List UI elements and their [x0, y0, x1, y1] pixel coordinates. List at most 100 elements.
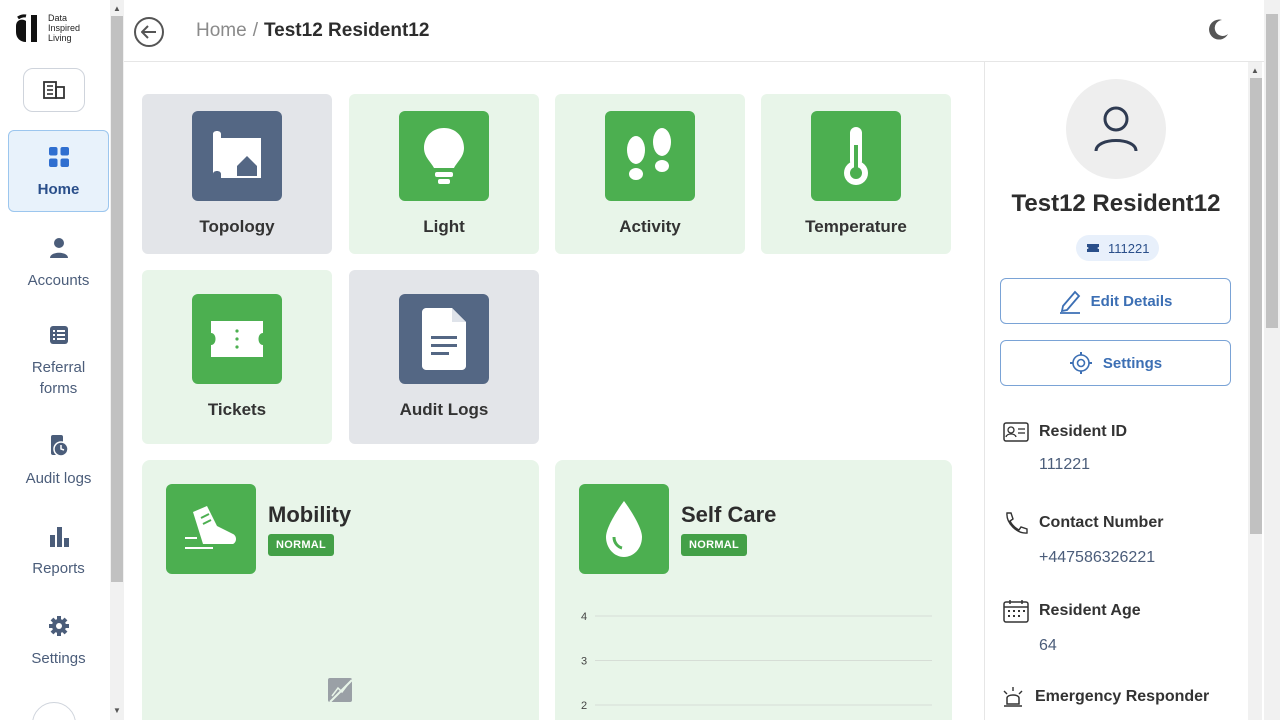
self-care-chart: 4 3 2 — [581, 611, 932, 712]
card-self-care[interactable]: Self Care NORMAL 4 3 2 — [555, 460, 952, 720]
tile-tickets[interactable]: Tickets — [142, 270, 332, 444]
tile-label-light: Light — [423, 217, 465, 236]
tile-temperature[interactable]: Temperature — [761, 94, 951, 254]
brand-text: Data Inspired Living — [48, 13, 80, 43]
breadcrumb-home[interactable]: Home — [196, 20, 247, 41]
resident-name: Test12 Resident12 — [1011, 190, 1221, 217]
settings-label: Settings — [1102, 354, 1163, 372]
tile-label-temperature: Temperature — [805, 217, 907, 236]
tile-label-audit-logs: Audit Logs — [399, 400, 489, 419]
sidebar-scroll-thumb[interactable] — [111, 16, 123, 582]
status-badge-mobility: NORMAL — [268, 534, 335, 556]
user-icon — [48, 234, 70, 262]
search-icon[interactable] — [32, 702, 76, 720]
bar-chart-icon — [49, 522, 69, 550]
nav-item-audit-logs[interactable]: Audit logs — [8, 420, 109, 500]
brand-line-3: Living — [48, 33, 72, 43]
contact-number-label: Contact Number — [1039, 514, 1164, 531]
moon-icon — [1209, 19, 1228, 40]
panel-scroll-thumb[interactable] — [1250, 78, 1262, 534]
phone-icon — [1006, 512, 1028, 534]
resident-id-chip-text: 111221 — [1108, 240, 1150, 256]
tile-label-tickets: Tickets — [207, 400, 267, 419]
list-icon — [49, 321, 69, 349]
resident-age-label: Resident Age — [1039, 602, 1141, 619]
nav-item-referral-forms[interactable]: Referral forms — [8, 312, 109, 408]
main-content: Topology Light Activity Temperature Tick — [124, 62, 984, 720]
drop-icon — [579, 484, 669, 574]
chart-y-tick-label: 4 — [581, 611, 587, 623]
chart-y-tick-label: 2 — [581, 700, 587, 712]
map-house-icon — [192, 111, 282, 201]
card-title-mobility: Mobility — [268, 502, 352, 527]
top-header: Home / Test12 Resident12 — [124, 0, 1264, 62]
scroll-up-arrow-icon[interactable]: ▲ — [110, 2, 124, 16]
clock-icon — [48, 432, 70, 460]
ticket-icon — [1087, 244, 1099, 252]
nav-item-home[interactable]: Home — [8, 130, 109, 212]
emergency-responder-label: Emergency Responder — [1035, 688, 1210, 705]
contact-number-block: Contact Number +447586326221 — [1003, 511, 1163, 567]
arrow-left-icon — [141, 25, 156, 39]
app-root: Data Inspired Living Home Accounts Refer… — [0, 0, 1280, 720]
edit-details-label: Edit Details — [1090, 292, 1173, 310]
panel-scroll-up-icon[interactable]: ▲ — [1248, 64, 1262, 78]
brand-line-1: Data — [48, 13, 68, 23]
tile-topology[interactable]: Topology — [142, 94, 332, 254]
sneaker-icon — [166, 484, 256, 574]
footprints-icon — [605, 111, 695, 201]
nav-item-reports[interactable]: Reports — [8, 510, 109, 590]
logo-mark-icon — [16, 14, 37, 42]
nav-item-accounts[interactable]: Accounts — [8, 222, 109, 302]
window-scrollbar[interactable] — [1264, 0, 1280, 720]
brand-line-2: Inspired — [48, 23, 81, 33]
document-icon — [399, 294, 489, 384]
scroll-down-arrow-icon[interactable]: ▼ — [110, 704, 124, 718]
window-scroll-thumb[interactable] — [1266, 14, 1278, 328]
resident-age-block: Resident Age 64 — [1003, 599, 1141, 655]
card-title-self-care: Self Care — [681, 502, 777, 527]
grid-icon — [48, 143, 69, 171]
gear-icon — [48, 612, 70, 640]
panel-scrollbar[interactable]: ▲ — [1248, 62, 1262, 720]
sidebar: Data Inspired Living Home Accounts Refer… — [0, 0, 110, 720]
nav-item-settings[interactable]: Settings — [8, 600, 109, 680]
no-data-icon — [326, 676, 354, 709]
tile-label-activity: Activity — [619, 217, 681, 236]
settings-button[interactable]: Settings — [1000, 340, 1231, 386]
nav-label-referral-forms: Referral forms — [31, 359, 86, 397]
nav-label-accounts: Accounts — [27, 271, 90, 289]
nav-label-home: Home — [37, 180, 80, 198]
pencil-icon — [1059, 290, 1080, 314]
resident-id-block: Resident ID 111221 — [1003, 422, 1127, 474]
organisation-button[interactable] — [23, 68, 85, 112]
bulb-icon — [399, 111, 489, 201]
id-card-icon — [1003, 422, 1029, 442]
tile-light[interactable]: Light — [349, 94, 539, 254]
nav-label-audit-logs: Audit logs — [25, 469, 92, 487]
resident-id-chip: 111221 — [1076, 235, 1160, 261]
emergency-responder-block: Emergency Responder — [1001, 686, 1209, 708]
card-mobility[interactable]: Mobility NORMAL — [142, 460, 539, 720]
sidebar-scrollbar[interactable]: ▲ ▼ — [110, 0, 124, 720]
breadcrumb-separator: / — [252, 20, 258, 41]
resident-id-label: Resident ID — [1039, 423, 1128, 440]
gear-outline-icon — [1069, 352, 1092, 374]
ticket-icon — [192, 294, 282, 384]
edit-details-button[interactable]: Edit Details — [1000, 278, 1231, 324]
resident-id-value: 111221 — [1039, 456, 1091, 473]
tile-audit-logs[interactable]: Audit Logs — [349, 270, 539, 444]
building-icon — [43, 81, 65, 99]
breadcrumb-current: Test12 Resident12 — [263, 20, 430, 41]
chart-y-tick-label: 3 — [581, 656, 587, 668]
back-button[interactable] — [134, 17, 164, 47]
nav-label-settings: Settings — [31, 649, 86, 667]
tile-activity[interactable]: Activity — [555, 94, 745, 254]
resident-age-value: 64 — [1039, 637, 1057, 654]
user-outline-icon — [1094, 106, 1138, 152]
dark-mode-toggle[interactable] — [1206, 18, 1230, 47]
calendar-icon — [1003, 600, 1029, 623]
contact-number-value[interactable]: +447586326221 — [1039, 549, 1163, 567]
brand-logo[interactable]: Data Inspired Living — [14, 12, 80, 44]
siren-icon — [1003, 687, 1023, 707]
